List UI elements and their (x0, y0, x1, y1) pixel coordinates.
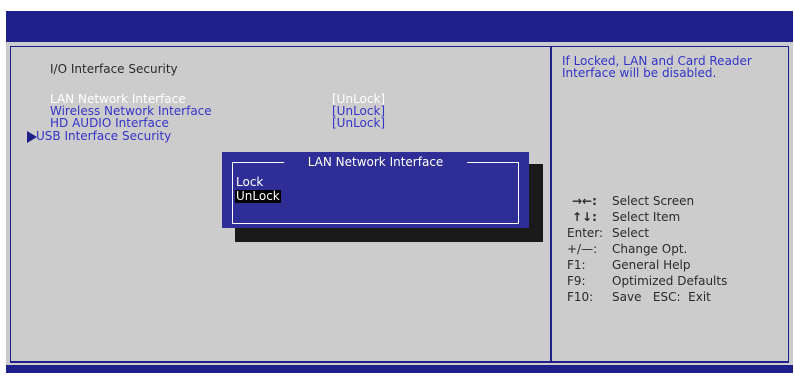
key-plus-minus: +/—: (567, 242, 598, 256)
key-desc-select-item: Select Item (612, 210, 681, 224)
key-f10: F10: (567, 290, 594, 304)
popup-option-lock[interactable]: Lock (235, 176, 264, 189)
submenu-usb-security[interactable]: USB Interface Security (36, 130, 171, 142)
popup-option-unlock[interactable]: UnLock (235, 190, 281, 203)
arrow-up-down-icon: ↑↓: (572, 210, 597, 224)
key-desc-optimized-defaults: Optimized Defaults (612, 274, 728, 288)
section-title: I/O Interface Security (50, 62, 178, 76)
key-desc-save-exit: Save ESC: Exit (612, 290, 711, 304)
panel-divider (550, 46, 552, 363)
key-f9: F9: (567, 274, 586, 288)
popup-title: LAN Network Interface (283, 156, 468, 169)
key-desc-select: Select (612, 226, 650, 240)
key-desc-change-opt: Change Opt. (612, 242, 688, 256)
popup-border: LAN Network Interface Lock UnLock (232, 156, 519, 224)
key-desc-select-screen: Select Screen (612, 194, 695, 208)
key-desc-general-help: General Help (612, 258, 691, 272)
help-description-line-2: Interface will be disabled. (562, 66, 717, 80)
setting-hd-audio-value[interactable]: [UnLock] (332, 117, 385, 129)
bottom-bar (6, 365, 793, 373)
option-popup: LAN Network Interface Lock UnLock (222, 152, 529, 228)
key-f1: F1: (567, 258, 586, 272)
key-enter: Enter: (567, 226, 604, 240)
title-bar (6, 11, 793, 42)
arrow-left-right-icon: →←: (572, 194, 597, 208)
setting-hd-audio-label[interactable]: HD AUDIO Interface (50, 117, 169, 129)
